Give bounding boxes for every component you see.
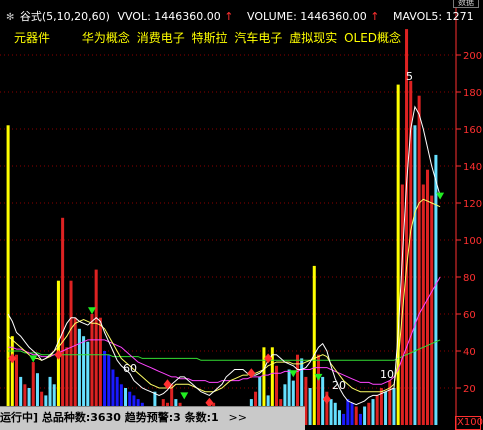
grid-lines bbox=[0, 54, 456, 389]
volume-bar bbox=[358, 413, 362, 425]
status-text: 运行中] 总品种数:3630 趋势预警:3 条数:1 bbox=[0, 411, 219, 424]
arrow-up-icon: ↑ bbox=[224, 10, 234, 23]
ma60-line bbox=[8, 339, 441, 361]
ma10-line bbox=[7, 198, 441, 393]
annotation-20: 20 bbox=[332, 379, 346, 392]
concept-tag[interactable]: OLED概念 bbox=[344, 29, 401, 47]
volume-bar bbox=[321, 376, 325, 425]
volume-bar bbox=[392, 388, 396, 425]
concept-tag-first[interactable]: 元器件 bbox=[14, 29, 50, 47]
volume-bars bbox=[6, 29, 438, 426]
volume-bar bbox=[367, 402, 371, 425]
volume-bar bbox=[312, 265, 316, 425]
volume-bar bbox=[333, 402, 337, 425]
volume-bar bbox=[417, 95, 421, 425]
volume-bar bbox=[371, 399, 375, 425]
volume-bar bbox=[354, 406, 358, 425]
volume-chart[interactable]: 5 60 20 10 20 40 60 80 100 120 140 160 180 200 bbox=[0, 0, 483, 430]
signal-down-marker bbox=[180, 392, 189, 400]
volume-bar bbox=[329, 399, 333, 425]
indicator-header: ✻ 谷式(5,10,20,60) VVOL: 1446360.00 ↑ VOLU… bbox=[0, 9, 474, 25]
gear-icon[interactable]: ✻ bbox=[0, 10, 16, 26]
volume-bar bbox=[363, 406, 367, 425]
top-corner-badge[interactable]: 数据 bbox=[453, 0, 479, 8]
y-axis-tick-label: 120 bbox=[463, 199, 482, 210]
y-axis-tick-label: 180 bbox=[463, 88, 482, 99]
concept-tags: 元器件 华为概念 消费电子 特斯拉 汽车电子 虚拟现实 OLED概念 bbox=[14, 29, 401, 47]
y-axis-tick-label: 140 bbox=[463, 162, 482, 173]
mavol5-value: MAVOL5: 1271 bbox=[392, 10, 474, 23]
volume-bar bbox=[61, 217, 65, 425]
annotation-10: 10 bbox=[380, 368, 394, 381]
volume-bar bbox=[434, 154, 438, 425]
volume-bar bbox=[342, 413, 346, 425]
concept-tag[interactable]: 华为概念 bbox=[82, 29, 130, 47]
volume-bar bbox=[6, 125, 10, 426]
concept-tag[interactable]: 特斯拉 bbox=[192, 29, 228, 47]
volume-value: VOLUME: 1446360.00 bbox=[247, 10, 367, 23]
chart-annotations: 5 60 20 10 bbox=[123, 70, 413, 392]
y-axis-tick-label: 200 bbox=[463, 51, 482, 62]
y-axis-tick-label: 100 bbox=[463, 236, 482, 247]
signal-markers bbox=[8, 192, 445, 408]
volume-bar bbox=[346, 399, 350, 425]
y-axis-tick-label: 160 bbox=[463, 125, 482, 136]
volume-bar bbox=[396, 84, 400, 425]
y-axis-tick-label: 80 bbox=[463, 273, 476, 284]
indicator-name: 谷式(5,10,20,60) bbox=[19, 10, 110, 23]
volume-bar bbox=[375, 395, 379, 425]
status-bar: 运行中] 总品种数:3630 趋势预警:3 条数:1 >> bbox=[0, 406, 305, 430]
y-axis-tick-label: 60 bbox=[463, 310, 476, 321]
concept-tag[interactable]: 汽车电子 bbox=[234, 29, 282, 47]
volume-bar bbox=[350, 402, 354, 425]
zoom-button[interactable]: X100 bbox=[455, 416, 483, 430]
volume-bar bbox=[94, 269, 98, 425]
stock-chart-window: 5 60 20 10 20 40 60 80 100 120 140 160 180 200 数据… bbox=[0, 0, 483, 430]
volume-bar bbox=[430, 195, 434, 425]
concept-tag[interactable]: 虚拟现实 bbox=[289, 29, 337, 47]
annotation-60: 60 bbox=[123, 362, 137, 375]
y-axis-ticks: 20 40 60 80 100 120 140 160 180 200 bbox=[456, 51, 482, 395]
y-axis-tick-label: 40 bbox=[463, 347, 476, 358]
moving-average-lines bbox=[7, 105, 441, 406]
ma20-line bbox=[8, 276, 441, 385]
volume-bar bbox=[69, 280, 73, 425]
y-axis-tick-label: 20 bbox=[463, 384, 476, 395]
volume-bar bbox=[308, 388, 312, 425]
volume-bar bbox=[405, 29, 409, 425]
volume-bar bbox=[337, 410, 341, 425]
status-nav-button[interactable]: >> bbox=[228, 407, 246, 429]
volume-bar bbox=[384, 391, 388, 425]
concept-tag[interactable]: 消费电子 bbox=[137, 29, 185, 47]
arrow-up-icon: ↑ bbox=[370, 10, 380, 23]
volume-bar bbox=[413, 125, 417, 426]
annotation-5: 5 bbox=[406, 70, 413, 83]
volume-bar bbox=[316, 354, 320, 425]
vvol-value: VVOL: 1446360.00 bbox=[117, 10, 221, 23]
